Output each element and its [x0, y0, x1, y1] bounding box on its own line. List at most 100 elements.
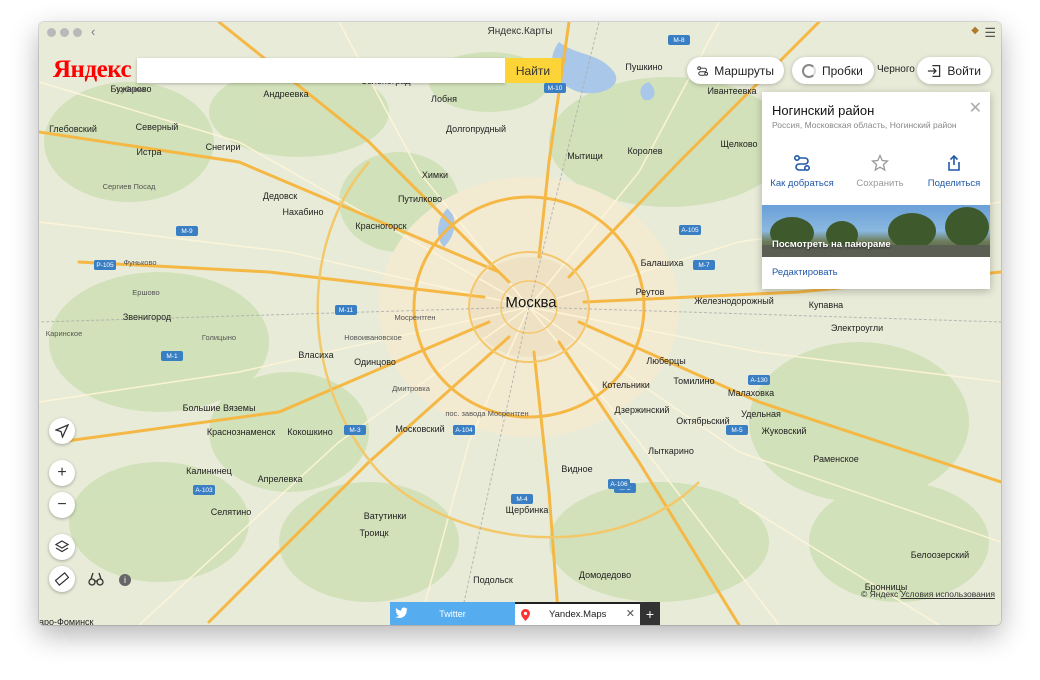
map-label-city[interactable]: Долгопрудный: [446, 124, 506, 134]
map-label-city[interactable]: Реутов: [636, 287, 665, 297]
map-label-city[interactable]: Северный: [136, 122, 179, 132]
map-label-city[interactable]: Железнодорожный: [694, 296, 774, 306]
svg-text:Р-105: Р-105: [96, 262, 114, 269]
search-input[interactable]: [137, 58, 505, 83]
save-button[interactable]: Сохранить: [842, 154, 918, 189]
map-label-city[interactable]: Раменское: [813, 454, 858, 464]
tab-twitter[interactable]: Twitter: [390, 602, 515, 625]
edit-link[interactable]: Редактировать: [772, 267, 838, 278]
tab-close-icon[interactable]: ✕: [626, 607, 635, 620]
map-label-city[interactable]: Кубинка: [117, 85, 146, 94]
geolocation-button[interactable]: [49, 418, 75, 444]
save-label: Сохранить: [856, 178, 904, 189]
map-label-city[interactable]: Кокошкино: [287, 427, 332, 437]
map-label-city[interactable]: Видное: [561, 464, 592, 474]
map-label-city[interactable]: Красногорск: [355, 221, 406, 231]
extension-icon[interactable]: ◆: [971, 25, 979, 36]
map-label-city[interactable]: Троицк: [359, 528, 388, 538]
terms-link[interactable]: Условия использования: [901, 589, 995, 599]
panorama-preview[interactable]: Посмотреть на панораме: [762, 205, 990, 257]
map-label-city[interactable]: Балашиха: [641, 258, 684, 268]
map-label-city[interactable]: Котельники: [602, 380, 650, 390]
twitter-icon: [395, 607, 408, 618]
title-bar: ‹ Яндекс.Карты ◆ ☰: [39, 22, 1001, 42]
map-label-city[interactable]: Домодедово: [579, 570, 631, 580]
traffic-button[interactable]: Пробки: [792, 57, 874, 84]
map-label-city[interactable]: Удельная: [741, 409, 781, 419]
map-label-city[interactable]: Подольск: [473, 575, 513, 585]
binoculars-icon: [88, 572, 104, 586]
routes-button[interactable]: Маршруты: [687, 57, 784, 84]
map-label-city[interactable]: Фуньково: [123, 258, 156, 267]
map-label-city[interactable]: Калининец: [186, 466, 232, 476]
map-label-city[interactable]: Краснознаменск: [207, 427, 275, 437]
ruler-button[interactable]: [49, 566, 75, 592]
directions-button[interactable]: Как добраться: [764, 154, 840, 189]
close-icon[interactable]: ✕: [969, 98, 982, 118]
map-label-city[interactable]: Дмитровка: [392, 384, 431, 393]
map-label-city[interactable]: Ершово: [132, 288, 159, 297]
map-label-city[interactable]: Химки: [422, 170, 448, 180]
map-label-city[interactable]: Мытищи: [567, 151, 603, 161]
map-label-city[interactable]: Ивантеевка: [707, 86, 756, 96]
map-label-city[interactable]: Дзержинский: [615, 405, 670, 415]
new-tab-button[interactable]: +: [640, 602, 660, 625]
map-label-city[interactable]: Ватутинки: [364, 511, 407, 521]
map-label-city[interactable]: Щелково: [720, 139, 757, 149]
panorama-mode-button[interactable]: [83, 566, 109, 592]
map-label-city[interactable]: Мосрентген: [394, 313, 435, 322]
map-label-city[interactable]: Жуковский: [762, 426, 807, 436]
map-label-moscow[interactable]: Москва: [505, 294, 557, 311]
map-label-city[interactable]: Наро-Фоминск: [39, 617, 94, 625]
map-label-city[interactable]: Октябрьский: [676, 416, 729, 426]
map-label-city[interactable]: Пушкино: [625, 62, 662, 72]
map-label-city[interactable]: пос. завода Мосрентген: [445, 409, 528, 418]
map-label-city[interactable]: Истра: [136, 147, 161, 157]
map-label-city[interactable]: Электроугли: [831, 323, 883, 333]
map-label-city[interactable]: Томилино: [673, 376, 714, 386]
svg-text:А-103: А-103: [195, 487, 213, 494]
tab-yandex-maps-label: Yandex.Maps: [549, 609, 607, 620]
menu-icon[interactable]: ☰: [984, 25, 996, 41]
highway-label: М-4: [511, 494, 533, 504]
map-label-city[interactable]: Новоивановское: [344, 333, 402, 342]
svg-text:А-105: А-105: [681, 227, 699, 234]
map-label-city[interactable]: Королев: [627, 146, 662, 156]
map-label-city[interactable]: Власиха: [298, 350, 333, 360]
share-icon: [948, 154, 960, 171]
map-label-city[interactable]: Голицыно: [202, 333, 236, 342]
zoom-out-button[interactable]: −: [49, 492, 75, 518]
map-label-city[interactable]: Глебовский: [49, 124, 97, 134]
copyright-text: © Яндекс: [861, 589, 899, 599]
map-label-city[interactable]: Купавна: [809, 300, 843, 310]
directions-label: Как добраться: [770, 178, 834, 189]
map-label-city[interactable]: Нахабино: [282, 207, 323, 217]
tab-yandex-maps[interactable]: Yandex.Maps ✕: [515, 602, 640, 625]
find-button[interactable]: Найти: [505, 58, 561, 83]
map-label-city[interactable]: Снегири: [206, 142, 241, 152]
map-label-city[interactable]: Лобня: [431, 94, 457, 104]
layers-button[interactable]: [49, 534, 75, 560]
map-label-city[interactable]: Лыткарино: [648, 446, 694, 456]
map-label-city[interactable]: Люберцы: [646, 356, 685, 366]
map-label-city[interactable]: Селятино: [211, 507, 251, 517]
yandex-logo[interactable]: Яндекс: [53, 56, 132, 84]
map-label-city[interactable]: Сергиев Посад: [103, 182, 156, 191]
info-icon[interactable]: i: [119, 574, 131, 586]
map-label-city[interactable]: Малаховка: [728, 388, 774, 398]
star-icon: [871, 154, 889, 172]
login-button[interactable]: Войти: [917, 57, 991, 84]
map-label-city[interactable]: Щербинка: [506, 505, 549, 515]
share-button[interactable]: Поделиться: [916, 154, 992, 189]
map-label-city[interactable]: Одинцово: [354, 357, 396, 367]
map-label-city[interactable]: Звенигород: [123, 312, 172, 322]
map-label-city[interactable]: Апрелевка: [258, 474, 303, 484]
map-label-city[interactable]: Андреевка: [263, 89, 308, 99]
map-label-city[interactable]: Каринское: [46, 329, 83, 338]
map-label-city[interactable]: Путилково: [398, 194, 442, 204]
map-label-city[interactable]: Московский: [395, 424, 444, 434]
map-label-city[interactable]: Дедовск: [263, 191, 297, 201]
map-label-city[interactable]: Большие Вяземы: [183, 403, 256, 413]
map-label-city[interactable]: Белоозерский: [911, 550, 969, 560]
zoom-in-button[interactable]: +: [49, 460, 75, 486]
